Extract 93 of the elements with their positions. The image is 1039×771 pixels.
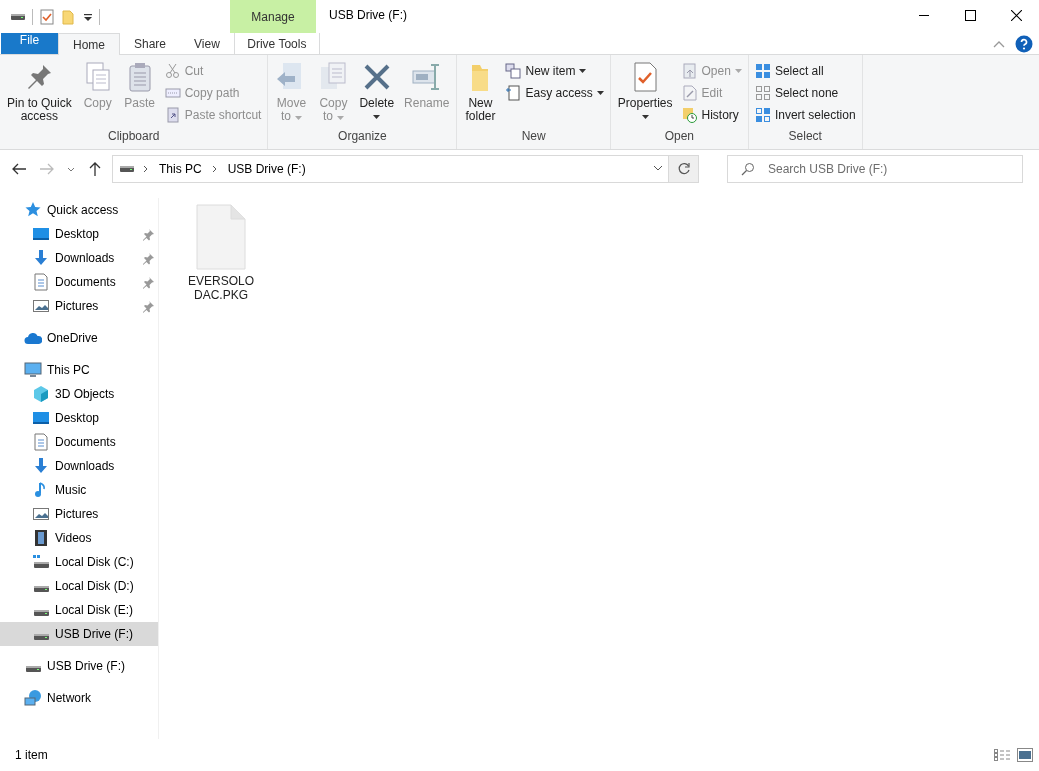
new-item-icon (505, 63, 522, 79)
star-icon (24, 201, 42, 219)
search-icon (741, 162, 755, 176)
computer-icon (24, 361, 42, 379)
select-all-icon (754, 63, 771, 79)
nav-item[interactable]: Local Disk (D:) (0, 574, 158, 598)
ribbon-button[interactable]: Properties (613, 57, 677, 129)
ribbon-button[interactable]: Select all (751, 60, 859, 82)
back-arrow-icon (11, 161, 27, 177)
ribbon-button[interactable]: Pin to Quick access (3, 57, 76, 129)
nav-item[interactable]: Desktop (0, 222, 158, 246)
film-icon (32, 529, 50, 547)
forward-arrow-icon (39, 161, 55, 177)
ribbon-tab[interactable]: View (180, 33, 234, 54)
breadcrumb[interactable]: This PC (157, 162, 204, 176)
path-icon (164, 85, 181, 101)
ribbon-button[interactable]: History (678, 104, 745, 126)
nav-item[interactable]: This PC (0, 358, 158, 382)
document-icon (32, 273, 50, 291)
nav-item[interactable]: Pictures (0, 502, 158, 526)
collapse-ribbon-icon[interactable] (993, 39, 1005, 48)
file-menu-tab[interactable]: File (1, 33, 58, 54)
network-icon (24, 689, 42, 707)
chevron-icon (143, 165, 149, 173)
nav-item[interactable]: Downloads (0, 246, 158, 270)
cube-icon (32, 385, 50, 403)
up-arrow-icon (87, 161, 103, 177)
drive-icon (26, 665, 41, 672)
ribbon-button[interactable]: Select none (751, 82, 859, 104)
ribbon-button[interactable]: Easy access (502, 82, 607, 104)
breadcrumb[interactable]: USB Drive (F:) (225, 162, 308, 176)
ribbon-button[interactable]: New item (502, 60, 607, 82)
ribbon-group-label: Organize (337, 129, 388, 145)
recent-caret-icon (67, 166, 75, 172)
nav-item[interactable]: Local Disk (C:) (0, 550, 158, 574)
desktop-icon (32, 409, 50, 427)
picture-icon (32, 505, 50, 523)
download-arrow-icon (32, 457, 50, 475)
ribbon-tab[interactable]: Share (120, 33, 181, 54)
drive-icon (34, 585, 49, 592)
help-icon[interactable] (1015, 34, 1033, 53)
drive-icon (32, 553, 50, 571)
context-tab-header: Manage (230, 0, 316, 33)
nav-item[interactable]: Documents (0, 270, 158, 294)
nav-item[interactable]: Documents (0, 430, 158, 454)
edit-icon (681, 85, 698, 101)
nav-item[interactable]: 3D Objects (0, 382, 158, 406)
ribbon-group-label: Select (787, 129, 823, 145)
scissors-icon (164, 63, 181, 79)
nav-item[interactable]: OneDrive (0, 326, 158, 350)
maximize-icon (964, 9, 976, 21)
nav-item[interactable]: Downloads (0, 454, 158, 478)
nav-item[interactable]: USB Drive (F:) (0, 622, 158, 646)
item-count: 1 item (15, 748, 49, 762)
address-bar[interactable]: This PC USB Drive (F:) (112, 155, 669, 183)
desktop-icon (32, 225, 50, 243)
picture-icon (32, 297, 50, 315)
ribbon-tab[interactable]: Home (58, 33, 120, 55)
window-title: USB Drive (F:) (328, 7, 408, 24)
easy-access-icon (505, 85, 522, 101)
chevron-icon (211, 165, 218, 173)
nav-item[interactable]: Music (0, 478, 158, 502)
ribbon-button[interactable]: Delete (355, 57, 399, 129)
nav-item[interactable]: Pictures (0, 294, 158, 318)
nav-item[interactable]: Quick access (0, 198, 158, 222)
ribbon-group-label: Clipboard (107, 129, 161, 145)
refresh-button[interactable] (669, 155, 699, 183)
invert-selection-icon (754, 107, 771, 123)
ribbon-button[interactable]: Invert selection (751, 104, 859, 126)
details-view-icon[interactable] (993, 748, 1011, 762)
nav-item[interactable]: Videos (0, 526, 158, 550)
drive-icon (34, 609, 49, 616)
ribbon-button[interactable]: New folder (460, 57, 501, 129)
file-name[interactable]: EVERSOLODAC.PKG (185, 274, 257, 302)
nav-item[interactable]: Network (0, 686, 158, 710)
ribbon-group-label: New (520, 129, 547, 145)
nav-item[interactable]: Local Disk (E:) (0, 598, 158, 622)
history-icon (681, 107, 698, 123)
nav-item[interactable]: USB Drive (F:) (0, 654, 158, 678)
close-icon (1010, 9, 1022, 21)
nav-item[interactable]: Desktop (0, 406, 158, 430)
large-icons-view-icon[interactable] (1017, 748, 1033, 762)
document-icon (32, 433, 50, 451)
open-icon (681, 63, 698, 79)
shortcut-icon (164, 107, 181, 123)
download-arrow-icon (32, 249, 50, 267)
search-field[interactable]: Search USB Drive (F:) (727, 155, 1023, 183)
refresh-icon (676, 162, 691, 176)
properties-icon[interactable] (39, 8, 55, 25)
drive-icon (34, 633, 49, 640)
select-none-icon (754, 85, 771, 101)
ribbon-group-label: Open (663, 129, 696, 145)
ribbon-tab[interactable]: Drive Tools (233, 33, 320, 54)
